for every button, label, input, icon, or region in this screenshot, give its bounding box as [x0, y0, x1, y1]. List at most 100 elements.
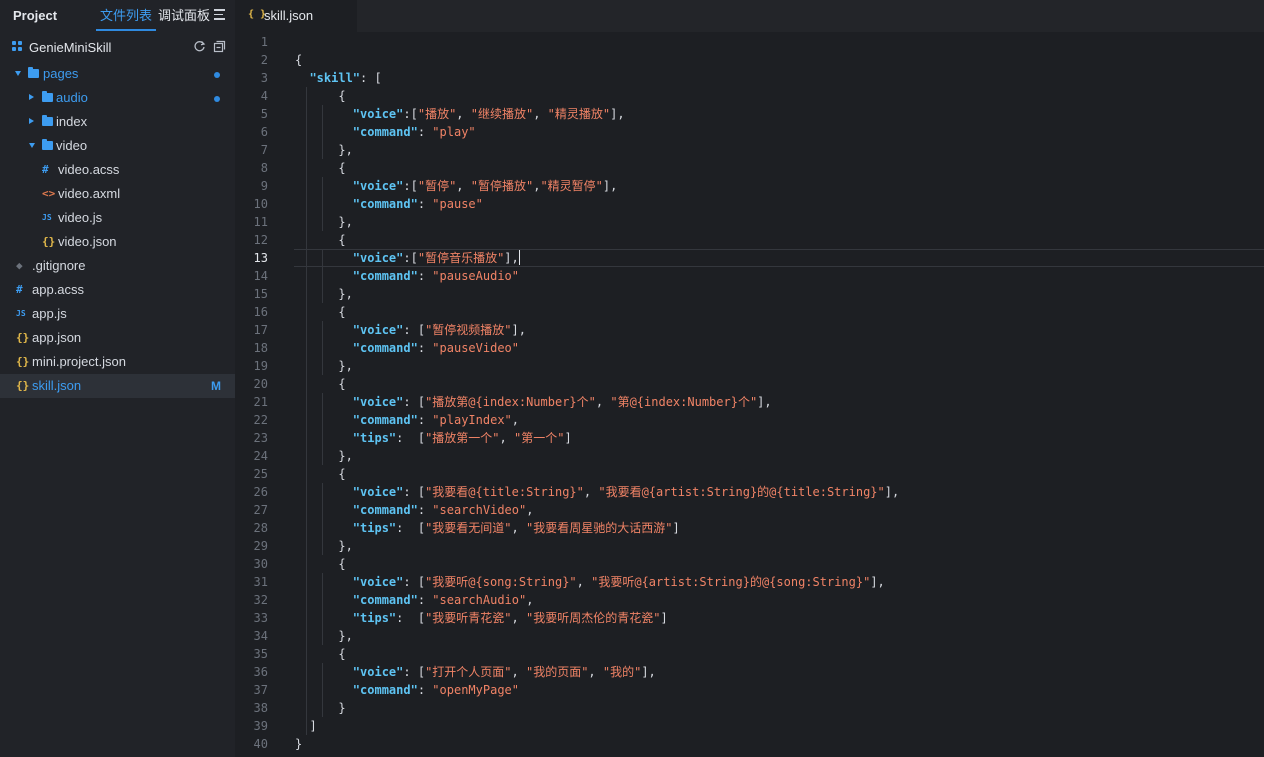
code-line: 10 "command": "pause"	[236, 195, 1264, 213]
line-source: {	[295, 377, 346, 391]
line-source: "tips": ["我要看无间道", "我要看周星驰的大话西游"]	[352, 521, 680, 535]
line-source: },	[295, 359, 353, 373]
tree-item-skill-json[interactable]: {} skill.json M	[0, 374, 235, 398]
tree-item-video-axml[interactable]: <> video.axml	[0, 182, 235, 206]
tree-item-label: mini.project.json	[32, 354, 126, 369]
line-source: {	[295, 53, 303, 67]
code-line: 8 {	[236, 159, 1264, 177]
folder-open-icon	[28, 67, 39, 78]
line-number: 6	[260, 125, 268, 139]
line-number: 15	[253, 287, 268, 301]
line-source: "command": "playIndex",	[352, 413, 520, 427]
menu-icon[interactable]	[214, 9, 228, 23]
code-line: 40}	[236, 735, 1264, 753]
tree-item-video-json[interactable]: {} video.json	[0, 230, 235, 254]
tree-item-index[interactable]: index	[0, 110, 235, 134]
line-source: {	[295, 467, 346, 481]
xml-file-icon: <>	[42, 187, 56, 200]
tree-item-video-acss[interactable]: # video.acss	[0, 158, 235, 182]
code-line: 5 "voice":["播放", "继续播放", "精灵播放"],	[236, 105, 1264, 123]
tab-file-list[interactable]: 文件列表	[95, 0, 157, 32]
tree-item-app-json[interactable]: {} app.json	[0, 326, 235, 350]
tree-item-audio[interactable]: audio	[0, 86, 235, 110]
tree-item-pages[interactable]: pages	[0, 62, 235, 86]
chevron-right-icon[interactable]	[29, 118, 34, 124]
tab-project[interactable]: Project	[13, 0, 57, 32]
line-source: }	[295, 701, 346, 715]
tree-item-gitignore[interactable]: ◆ .gitignore	[0, 254, 235, 278]
line-number: 8	[260, 161, 268, 175]
code-line: 14 "command": "pauseAudio"	[236, 267, 1264, 285]
tree-item-mini-project-json[interactable]: {} mini.project.json	[0, 350, 235, 374]
code-line: 33 "tips": ["我要听青花瓷", "我要听周杰伦的青花瓷"]	[236, 609, 1264, 627]
line-source: },	[295, 629, 353, 643]
line-source: "voice":["暂停音乐播放"],	[352, 250, 520, 265]
tree-item-label: video	[56, 138, 88, 153]
tree-item-label: skill.json	[32, 378, 82, 393]
code-line: 4 {	[236, 87, 1264, 105]
code-line: 27 "command": "searchVideo",	[236, 501, 1264, 519]
line-number: 9	[260, 179, 268, 193]
tree-item-video-js[interactable]: JS video.js	[0, 206, 235, 230]
sidebar: Project 文件列表 调试面板 GenieMiniSkill pages au…	[0, 0, 235, 757]
line-number: 33	[253, 611, 268, 625]
editor-tab-label: skill.json	[264, 8, 314, 23]
line-source: "voice":["播放", "继续播放", "精灵播放"],	[352, 107, 625, 121]
refresh-icon[interactable]	[193, 40, 206, 53]
editor: { } skill.json 1 2{3 "skill": [4 {5 "voic…	[236, 0, 1264, 757]
code-line: 36 "voice": ["打开个人页面", "我的页面", "我的"],	[236, 663, 1264, 681]
line-number: 23	[253, 431, 268, 445]
tree-item-label: app.js	[32, 306, 67, 321]
code-line: 19 },	[236, 357, 1264, 375]
line-number: 13	[253, 251, 268, 265]
line-number: 4	[260, 89, 268, 103]
line-source: ]	[295, 719, 317, 733]
line-source: "skill": [	[309, 71, 382, 85]
line-number: 24	[253, 449, 268, 463]
line-number: 2	[260, 53, 268, 67]
line-source: "voice":["暂停", "暂停播放","精灵暂停"],	[352, 179, 618, 193]
line-number: 30	[253, 557, 268, 571]
tab-debug-panel[interactable]: 调试面板	[158, 0, 210, 32]
code-line: 11 },	[236, 213, 1264, 231]
line-number: 29	[253, 539, 268, 553]
collapse-all-icon[interactable]	[213, 40, 226, 53]
code-line: 31 "voice": ["我要听@{song:String}", "我要听@{…	[236, 573, 1264, 591]
line-source: },	[295, 539, 353, 553]
code-line: 22 "command": "playIndex",	[236, 411, 1264, 429]
tree-item-label: video.axml	[58, 186, 121, 201]
tree-item-video[interactable]: video	[0, 134, 235, 158]
chevron-down-icon[interactable]	[15, 71, 21, 76]
line-number: 22	[253, 413, 268, 427]
line-number: 36	[253, 665, 268, 679]
file-tree: pages audio index video # video.acss <> video.a…	[0, 62, 235, 398]
line-number: 1	[260, 35, 268, 49]
line-source: "voice": ["我要看@{title:String}", "我要看@{ar…	[352, 485, 900, 499]
line-source: "command": "play"	[352, 125, 476, 139]
tree-item-label: index	[56, 114, 88, 129]
line-source: "command": "pause"	[352, 197, 483, 211]
line-number: 5	[260, 107, 268, 121]
line-source: }	[295, 737, 303, 751]
editor-tab-skill-json[interactable]: { } skill.json	[236, 0, 357, 32]
tree-item-label: app.acss	[32, 282, 85, 297]
code-line: 32 "command": "searchAudio",	[236, 591, 1264, 609]
code-area[interactable]: 1 2{3 "skill": [4 {5 "voice":["播放", "继续播放…	[236, 32, 1264, 757]
line-source: {	[295, 557, 346, 571]
json-file-icon: {}	[16, 379, 30, 392]
code-line: 18 "command": "pauseVideo"	[236, 339, 1264, 357]
chevron-down-icon[interactable]	[29, 143, 35, 148]
code-line: 37 "command": "openMyPage"	[236, 681, 1264, 699]
line-number: 20	[253, 377, 268, 391]
tree-item-label: .gitignore	[32, 258, 86, 273]
code-line: 24 },	[236, 447, 1264, 465]
code-line: 26 "voice": ["我要看@{title:String}", "我要看@…	[236, 483, 1264, 501]
line-source: "voice": ["打开个人页面", "我的页面", "我的"],	[352, 665, 656, 679]
tree-item-label: audio	[56, 90, 88, 105]
project-header[interactable]: GenieMiniSkill	[0, 36, 235, 58]
tree-item-app-js[interactable]: JS app.js	[0, 302, 235, 326]
line-number: 31	[253, 575, 268, 589]
chevron-right-icon[interactable]	[29, 94, 34, 100]
code-line: 7 },	[236, 141, 1264, 159]
tree-item-app-acss[interactable]: # app.acss	[0, 278, 235, 302]
